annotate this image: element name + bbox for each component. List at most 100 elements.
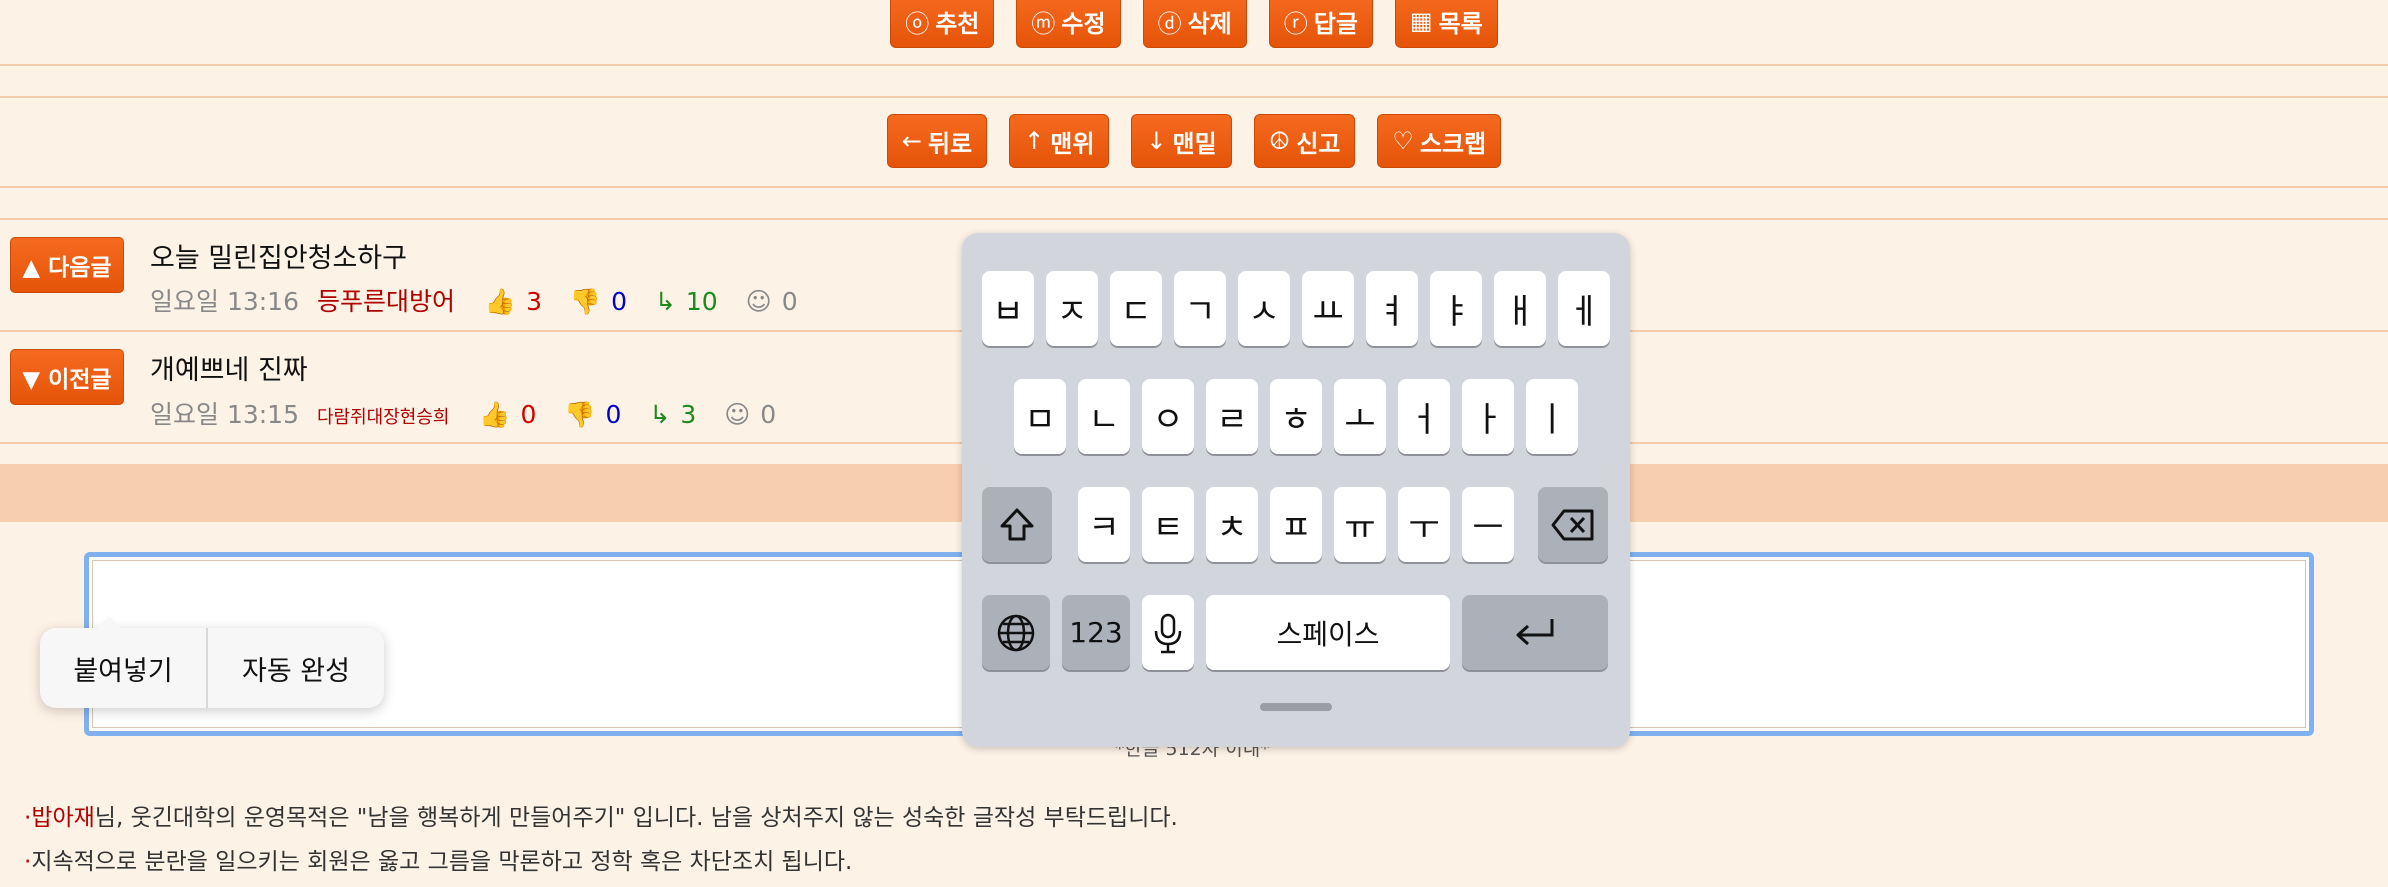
arrow-down-icon: ↓	[1146, 127, 1167, 155]
scroll-bottom-button[interactable]: ↓ 맨밑	[1131, 114, 1232, 168]
reply-arrow-icon: ↳	[654, 287, 676, 316]
shift-key[interactable]	[982, 487, 1052, 562]
key[interactable]: ㅊ	[1206, 487, 1258, 562]
scroll-top-button[interactable]: ↑ 맨위	[1009, 114, 1110, 168]
next-post-button[interactable]: ▲ 다음글	[10, 237, 124, 293]
up-count: 0	[520, 400, 537, 429]
backspace-icon	[1551, 509, 1594, 540]
key[interactable]: ㅁ	[1014, 379, 1066, 454]
space-key[interactable]: 스페이스	[1206, 595, 1450, 670]
report-icon: ☮	[1268, 127, 1291, 155]
rule-line-1: ·밥아재님, 웃긴대학의 운영목적은 "남을 행복하게 만들어주기" 입니다. …	[24, 798, 1178, 832]
key[interactable]: ㅈ	[1046, 271, 1098, 346]
popup-caret	[96, 616, 122, 629]
arrow-left-icon: ←	[901, 127, 922, 155]
neutral-face-icon: ☺	[724, 400, 751, 429]
previous-post-button[interactable]: ▼ 이전글	[10, 349, 124, 405]
return-icon	[1516, 618, 1554, 645]
numbers-key[interactable]: 123	[1062, 595, 1130, 670]
reply-count: 3	[680, 400, 697, 429]
delete-icon: ⓓ	[1157, 9, 1182, 38]
reply-icon: ⓡ	[1283, 9, 1308, 38]
keyboard-handle[interactable]	[1260, 703, 1332, 711]
key[interactable]: ㄷ	[1110, 271, 1162, 346]
divider	[0, 186, 2388, 188]
divider	[0, 64, 2388, 66]
next-post-title[interactable]: 오늘 밀린집안청소하구	[150, 236, 407, 275]
key[interactable]: ㅗ	[1334, 379, 1386, 454]
neutral-count: 0	[781, 287, 798, 316]
key[interactable]: ㅌ	[1142, 487, 1194, 562]
neutral-face-icon: ☺	[745, 287, 772, 316]
recommend-icon: ⓞ	[905, 9, 930, 38]
reply-count: 10	[685, 287, 718, 316]
delete-button[interactable]: ⓓ 삭제	[1142, 0, 1247, 48]
key[interactable]: ㅅ	[1238, 271, 1290, 346]
microphone-key[interactable]	[1142, 595, 1194, 670]
key[interactable]: ㅇ	[1142, 379, 1194, 454]
rule-line-2: ·지속적으로 분란을 일으키는 회원은 옳고 그름을 막론하고 정학 혹은 차단…	[24, 842, 852, 876]
return-key[interactable]	[1462, 595, 1608, 670]
post-action-bar: ⓞ 추천 ⓜ 수정 ⓓ 삭제 ⓡ 답글 ▦ 목록	[0, 0, 2388, 48]
edit-button[interactable]: ⓜ 수정	[1016, 0, 1121, 48]
back-button[interactable]: ← 뒤로	[886, 114, 988, 168]
key[interactable]: ㄱ	[1174, 271, 1226, 346]
microphone-icon	[1154, 613, 1182, 653]
edit-menu-popup: 붙여넣기 자동 완성	[40, 616, 384, 708]
key[interactable]: ㅓ	[1398, 379, 1450, 454]
rule-text: 지속적으로 분란을 일으키는 회원은 옳고 그름을 막론하고 정학 혹은 차단조…	[31, 849, 853, 875]
key[interactable]: ㅜ	[1398, 487, 1450, 562]
previous-post-title[interactable]: 개예쁘네 진짜	[150, 348, 308, 387]
key[interactable]: ㅡ	[1462, 487, 1514, 562]
user-name: 밥아재	[31, 805, 95, 831]
reply-button[interactable]: ⓡ 답글	[1268, 0, 1373, 48]
key[interactable]: ㅕ	[1366, 271, 1418, 346]
key[interactable]: ㅑ	[1430, 271, 1482, 346]
key[interactable]: ㄴ	[1078, 379, 1130, 454]
post-author[interactable]: 등푸른대방어	[317, 287, 455, 316]
thumbs-up-icon: 👍	[484, 287, 517, 316]
divider	[0, 218, 2388, 220]
recommend-button[interactable]: ⓞ 추천	[890, 0, 995, 48]
key[interactable]: ㅣ	[1526, 379, 1578, 454]
key[interactable]: ㅛ	[1302, 271, 1354, 346]
post-time: 일요일 13:16	[150, 287, 299, 316]
key[interactable]: ㅋ	[1078, 487, 1130, 562]
list-button[interactable]: ▦ 목록	[1394, 0, 1498, 48]
thumbs-down-icon: 👎	[569, 287, 602, 316]
virtual-keyboard: ㅂ ㅈ ㄷ ㄱ ㅅ ㅛ ㅕ ㅑ ㅐ ㅔ ㅁ ㄴ ㅇ ㄹ ㅎ ㅗ ㅓ ㅏ ㅣ ㅋ …	[962, 233, 1630, 747]
shift-icon	[1000, 508, 1034, 540]
up-count: 3	[526, 287, 542, 316]
heart-icon: ♡	[1392, 127, 1414, 155]
arrow-up-icon: ↑	[1024, 127, 1045, 155]
globe-icon	[997, 614, 1035, 651]
thumbs-up-icon: 👍	[479, 400, 511, 429]
navigation-bar: ← 뒤로 ↑ 맨위 ↓ 맨밑 ☮ 신고 ♡ 스크랩	[0, 114, 2388, 168]
down-count: 0	[611, 287, 627, 316]
key[interactable]: ㅔ	[1558, 271, 1610, 346]
globe-key[interactable]	[982, 595, 1050, 670]
key[interactable]: ㅂ	[982, 271, 1034, 346]
key[interactable]: ㅍ	[1270, 487, 1322, 562]
scrap-button[interactable]: ♡ 스크랩	[1377, 114, 1502, 168]
edit-icon: ⓜ	[1031, 9, 1056, 38]
rule-text: 님, 웃긴대학의 운영목적은 "남을 행복하게 만들어주기" 입니다. 남을 상…	[94, 805, 1178, 831]
neutral-count: 0	[760, 400, 777, 429]
reply-arrow-icon: ↳	[649, 400, 671, 429]
post-author[interactable]: 다람쥐대장현승희	[317, 407, 449, 428]
post-time: 일요일 13:15	[150, 400, 299, 429]
key[interactable]: ㄹ	[1206, 379, 1258, 454]
divider	[0, 96, 2388, 98]
backspace-key[interactable]	[1538, 487, 1608, 562]
key[interactable]: ㅏ	[1462, 379, 1514, 454]
key[interactable]: ㅎ	[1270, 379, 1322, 454]
key[interactable]: ㅠ	[1334, 487, 1386, 562]
key[interactable]: ㅐ	[1494, 271, 1546, 346]
previous-post-meta: 일요일 13:15 다람쥐대장현승희 👍 0 👎 0 ↳ 3 ☺ 0	[150, 395, 796, 431]
paste-menu-item[interactable]: 붙여넣기	[40, 628, 206, 708]
down-count: 0	[605, 400, 622, 429]
thumbs-down-icon: 👎	[564, 400, 596, 429]
report-button[interactable]: ☮ 신고	[1253, 114, 1356, 168]
next-post-meta: 일요일 13:16 등푸른대방어 👍 3 👎 0 ↳ 10 ☺ 0	[150, 282, 818, 318]
autocomplete-menu-item[interactable]: 자동 완성	[208, 628, 384, 708]
